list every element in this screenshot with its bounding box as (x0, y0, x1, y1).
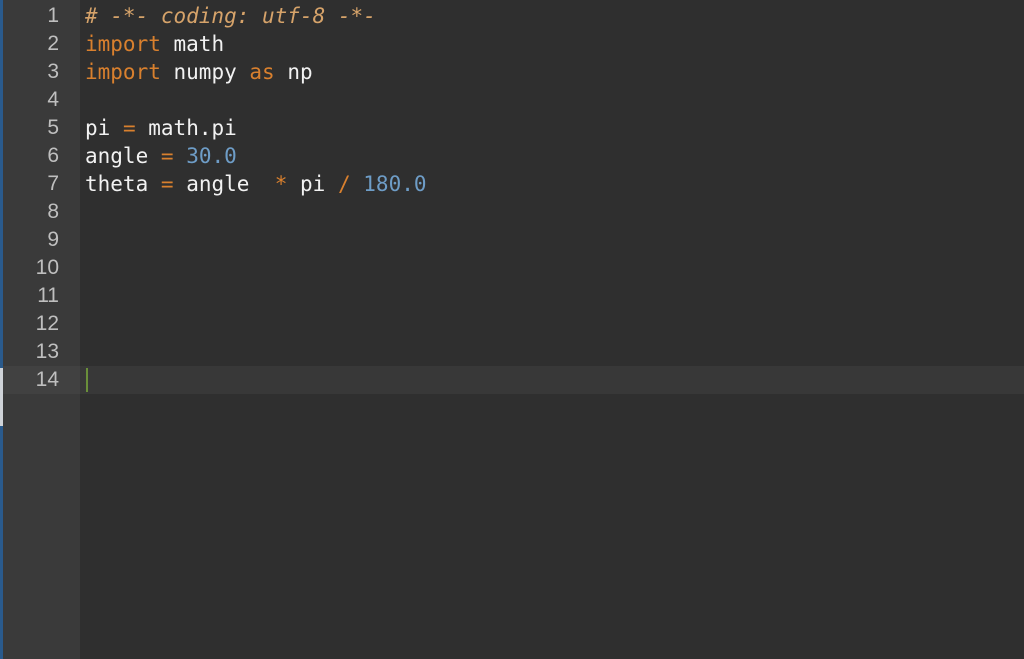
code-token: * (274, 172, 288, 196)
code-token: import (85, 32, 161, 56)
code-editor[interactable]: 1 2 3 4 5 6 7 8 9 10 11 12 13 14 # -*- coding: utf-8 … (0, 0, 1024, 659)
code-line[interactable]: import numpy as np (85, 58, 313, 86)
code-token: = (160, 172, 174, 196)
line-number: 14 (35, 368, 59, 391)
line-number: 5 (47, 116, 59, 139)
line-number: 7 (47, 172, 59, 195)
code-token: as (249, 60, 275, 84)
code-token: math.pi (148, 116, 237, 140)
line-number: 4 (47, 88, 59, 111)
current-line-highlight (3, 366, 1024, 394)
line-number: 9 (47, 228, 59, 251)
text-caret (86, 368, 88, 392)
code-token: np (287, 60, 313, 84)
code-token: / (337, 172, 351, 196)
code-token: # -*- coding: utf-8 -*- (85, 4, 376, 28)
code-line[interactable]: import math (85, 30, 224, 58)
code-token: math (173, 32, 225, 56)
code-token: import (85, 60, 161, 84)
line-number: 10 (35, 256, 59, 279)
code-token: pi (300, 172, 326, 196)
code-token: pi (85, 116, 111, 140)
code-token: = (160, 144, 174, 168)
code-token: angle (85, 144, 149, 168)
code-token: = (122, 116, 136, 140)
line-number: 12 (35, 312, 59, 335)
line-number: 13 (35, 340, 59, 363)
line-number: 8 (47, 200, 59, 223)
line-number: 3 (47, 60, 59, 83)
code-token: numpy (173, 60, 237, 84)
code-token: 180.0 (363, 172, 427, 196)
code-token: theta (85, 172, 149, 196)
code-line[interactable]: # -*- coding: utf-8 -*- (85, 2, 376, 30)
line-number: 2 (47, 32, 59, 55)
line-number: 11 (37, 284, 59, 307)
line-number: 1 (47, 4, 59, 27)
code-line[interactable]: pi = math.pi (85, 114, 237, 142)
code-token: angle (186, 172, 250, 196)
code-line[interactable]: angle = 30.0 (85, 142, 237, 170)
line-number: 6 (47, 144, 59, 167)
code-line[interactable]: theta = angle * pi / 180.0 (85, 170, 427, 198)
code-token: 30.0 (186, 144, 237, 168)
